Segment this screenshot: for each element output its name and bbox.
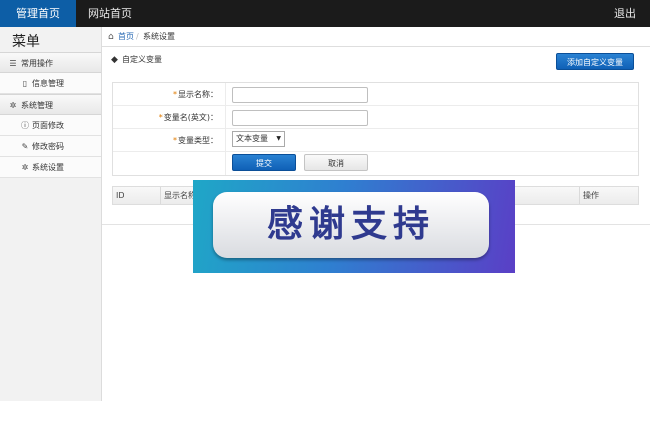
var-type-selected-value: 文本变量 (236, 134, 268, 143)
form-row-var-name: *变量名(英文)： (113, 106, 638, 129)
cancel-button[interactable]: 取消 (304, 154, 368, 171)
breadcrumb-separator: / (136, 32, 139, 41)
home-icon: ⌂ (108, 32, 114, 42)
thanks-text: 感谢支持 (266, 204, 435, 245)
document-icon: ▯ (22, 79, 28, 88)
sidebar-group-system[interactable]: ✲ 系统管理 (0, 94, 101, 115)
top-navbar: 管理首页 网站首页 退出 (0, 0, 650, 27)
display-name-label-text: 显示名称： (178, 90, 218, 99)
gear-icon: ✲ (21, 163, 29, 172)
sidebar-item-change-password[interactable]: ✎ 修改密码 (0, 136, 101, 157)
required-marker: * (158, 113, 163, 122)
submit-button[interactable]: 提交 (232, 154, 296, 171)
column-divider (225, 152, 226, 175)
breadcrumb: ⌂ 首页 / 系统设置 (102, 27, 650, 47)
menu-title: 菜单 (12, 34, 40, 50)
required-marker: * (173, 90, 177, 99)
nav-admin-home[interactable]: 管理首页 (0, 0, 76, 27)
sidebar-group-common[interactable]: ☰ 常用操作 (0, 52, 101, 73)
column-divider (225, 83, 226, 105)
column-divider (225, 129, 226, 151)
add-variable-button[interactable]: 添加自定义变量 (556, 53, 634, 70)
chevron-down-icon: ▼ (276, 135, 281, 142)
column-divider (579, 187, 580, 204)
breadcrumb-home-link[interactable]: 首页 (118, 27, 134, 47)
sidebar-item-label: 修改密码 (32, 142, 64, 151)
thanks-card: 感谢支持 (213, 192, 489, 258)
display-name-label: *显示名称： (173, 83, 218, 106)
thanks-overlay-banner: 感谢支持 (193, 180, 515, 273)
var-type-label: *变量类型： (173, 129, 218, 152)
variable-form: *显示名称： *变量名(英文)： *变量类型： 文本变量 ▼ 提交 取消 (112, 82, 639, 176)
required-marker: * (173, 136, 177, 145)
section-title-label: 自定义变量 (122, 55, 162, 64)
sidebar: 菜单 ☰ 常用操作 ▯ 信息管理 ✲ 系统管理 ⓘ 页面修改 ✎ 修改密码 ✲ … (0, 27, 102, 401)
tag-icon: ◆ (111, 55, 118, 65)
var-type-select[interactable]: 文本变量 ▼ (232, 131, 285, 147)
logout-link[interactable]: 退出 (610, 0, 640, 27)
column-header-actions: 操作 (583, 191, 599, 200)
column-divider (160, 187, 161, 204)
sidebar-item-label: 页面修改 (32, 121, 64, 130)
form-row-actions: 提交 取消 (113, 152, 638, 175)
sidebar-group-label: 常用操作 (21, 59, 53, 68)
display-name-input[interactable] (232, 87, 368, 103)
var-name-label: *变量名(英文)： (159, 106, 218, 129)
var-type-label-text: 变量类型： (178, 136, 218, 145)
sidebar-group-label: 系统管理 (21, 101, 53, 110)
list-icon: ☰ (9, 59, 17, 68)
wrench-icon: ✎ (21, 142, 29, 151)
column-header-display-name: 显示名称 (164, 191, 196, 200)
sidebar-item-label: 系统设置 (32, 163, 64, 172)
column-divider (225, 106, 226, 128)
sidebar-item-page-edit[interactable]: ⓘ 页面修改 (0, 115, 101, 136)
nav-site-home[interactable]: 网站首页 (78, 0, 142, 27)
breadcrumb-current: 系统设置 (143, 32, 175, 41)
sidebar-item-system-settings[interactable]: ✲ 系统设置 (0, 157, 101, 178)
var-name-label-text: 变量名(英文)： (163, 113, 218, 122)
column-header-id: ID (116, 191, 125, 200)
var-name-input[interactable] (232, 110, 368, 126)
info-icon: ⓘ (21, 121, 29, 130)
sidebar-item-label: 信息管理 (32, 79, 64, 88)
form-row-var-type: *变量类型： 文本变量 ▼ (113, 129, 638, 152)
form-row-display-name: *显示名称： (113, 83, 638, 106)
sidebar-item-info-manage[interactable]: ▯ 信息管理 (0, 73, 101, 94)
gear-icon: ✲ (9, 101, 17, 110)
